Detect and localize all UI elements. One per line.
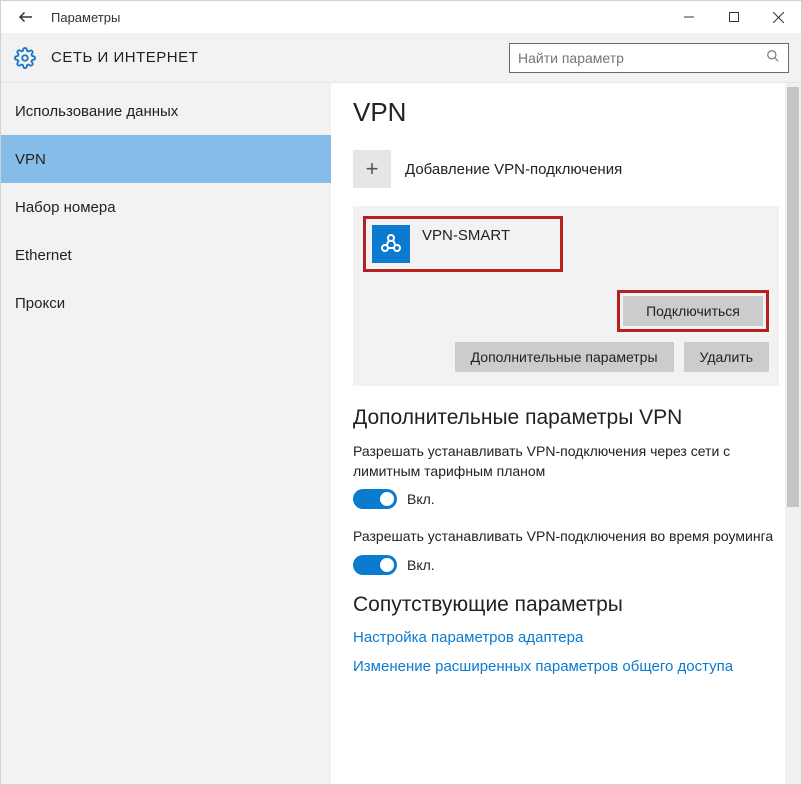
close-button[interactable] [756,1,801,33]
settings-header: СЕТЬ И ИНТЕРНЕТ [1,33,801,83]
sidebar-item-label: Использование данных [15,103,178,120]
sidebar-item-vpn[interactable]: VPN [1,135,331,183]
vpn-name: VPN-SMART [422,225,510,244]
minimize-button[interactable] [666,1,711,33]
plus-icon: + [353,150,391,188]
delete-button[interactable]: Удалить [684,342,769,372]
sidebar-item-label: Ethernet [15,247,72,264]
add-vpn-button[interactable]: + Добавление VPN-подключения [353,150,779,188]
advanced-options-button[interactable]: Дополнительные параметры [455,342,674,372]
sidebar-item-label: VPN [15,151,46,168]
window-title: Параметры [51,10,120,25]
link-adapter-settings[interactable]: Настройка параметров адаптера [353,629,779,646]
connect-button[interactable]: Подключиться [623,296,763,326]
sidebar-item-label: Прокси [15,295,65,312]
toggle-roaming[interactable] [353,555,397,575]
add-vpn-label: Добавление VPN-подключения [405,161,622,178]
scrollbar[interactable] [785,83,801,784]
search-box[interactable] [509,43,789,73]
toggle-roaming-state: Вкл. [407,557,435,573]
related-heading: Сопутствующие параметры [353,593,779,617]
sidebar: Использование данных VPN Набор номера Et… [1,83,331,784]
setting-metered-desc: Разрешать устанавливать VPN-подключения … [353,442,779,481]
search-input[interactable] [518,50,766,66]
sidebar-item-proxy[interactable]: Прокси [1,279,331,327]
section-title: СЕТЬ И ИНТЕРНЕТ [51,49,198,66]
link-advanced-sharing[interactable]: Изменение расширенных параметров общего … [353,658,779,675]
connect-highlight: Подключиться [617,290,769,332]
vpn-connection-card: VPN-SMART Подключиться Дополнительные па… [353,206,779,386]
settings-window: Параметры СЕТЬ И ИНТЕРНЕТ [0,0,802,785]
vpn-icon [372,225,410,263]
page-title: VPN [353,97,779,128]
back-button[interactable] [11,2,41,32]
sidebar-item-ethernet[interactable]: Ethernet [1,231,331,279]
sidebar-item-data-usage[interactable]: Использование данных [1,87,331,135]
extra-vpn-heading: Дополнительные параметры VPN [353,406,779,430]
setting-metered: Разрешать устанавливать VPN-подключения … [353,442,779,509]
gear-icon [13,46,37,70]
toggle-metered[interactable] [353,489,397,509]
maximize-button[interactable] [711,1,756,33]
content-pane: VPN + Добавление VPN-подключения VPN-SMA… [331,83,801,784]
setting-roaming: Разрешать устанавливать VPN-подключения … [353,527,779,575]
sidebar-item-dialup[interactable]: Набор номера [1,183,331,231]
titlebar: Параметры [1,1,801,33]
toggle-metered-state: Вкл. [407,491,435,507]
vpn-entry[interactable]: VPN-SMART [363,216,563,272]
setting-roaming-desc: Разрешать устанавливать VPN-подключения … [353,527,779,547]
search-icon [766,49,780,66]
scrollbar-thumb[interactable] [787,87,799,507]
sidebar-item-label: Набор номера [15,199,116,216]
